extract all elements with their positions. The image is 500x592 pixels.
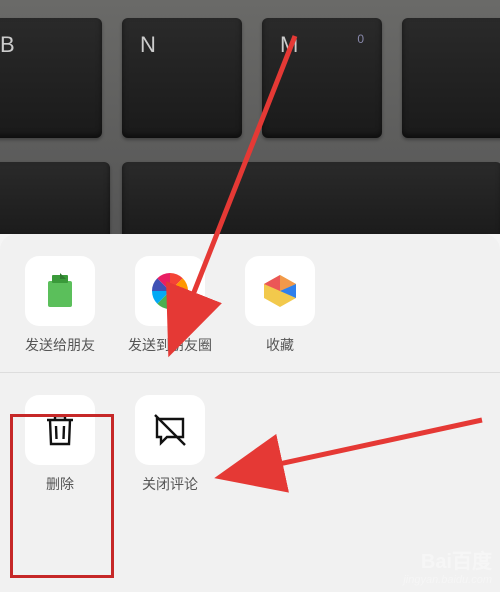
watermark-logo: Bai百度 — [403, 545, 492, 574]
action-close-comments[interactable]: 关闭评论 — [122, 395, 218, 493]
action-sheet: 发送给朋友 发送到朋友圈 — [0, 234, 500, 592]
trash-icon — [25, 395, 95, 465]
action-send-to-friend[interactable]: 发送给朋友 — [12, 256, 108, 354]
action-row-1: 发送给朋友 发送到朋友圈 — [0, 234, 500, 364]
action-label: 收藏 — [266, 336, 294, 354]
key-m: M 0 — [262, 18, 382, 138]
watermark: Bai百度 jingyan.baidu.com — [403, 545, 492, 586]
action-delete[interactable]: 删除 — [12, 395, 108, 493]
key-label: N — [140, 32, 156, 58]
action-label: 发送到朋友圈 — [128, 336, 212, 354]
key-spacebar-left — [0, 162, 110, 234]
key-extra — [402, 18, 500, 138]
key-label: M — [280, 32, 298, 58]
key-n: N — [122, 18, 242, 138]
favorite-icon — [245, 256, 315, 326]
key-b: B — [0, 18, 102, 138]
action-label: 删除 — [46, 475, 74, 493]
action-label: 发送给朋友 — [25, 336, 95, 354]
key-spacebar — [122, 162, 500, 234]
action-row-2: 删除 关闭评论 — [0, 373, 500, 503]
key-label: B — [0, 32, 15, 58]
send-to-friend-icon — [25, 256, 95, 326]
watermark-url: jingyan.baidu.com — [403, 574, 492, 586]
action-label: 关闭评论 — [142, 475, 198, 493]
key-indicator: 0 — [357, 32, 364, 46]
close-comments-icon — [135, 395, 205, 465]
action-send-to-moments[interactable]: 发送到朋友圈 — [122, 256, 218, 354]
keyboard-photo-background: B N M 0 — [0, 0, 500, 234]
moments-icon — [135, 256, 205, 326]
action-favorite[interactable]: 收藏 — [232, 256, 328, 354]
